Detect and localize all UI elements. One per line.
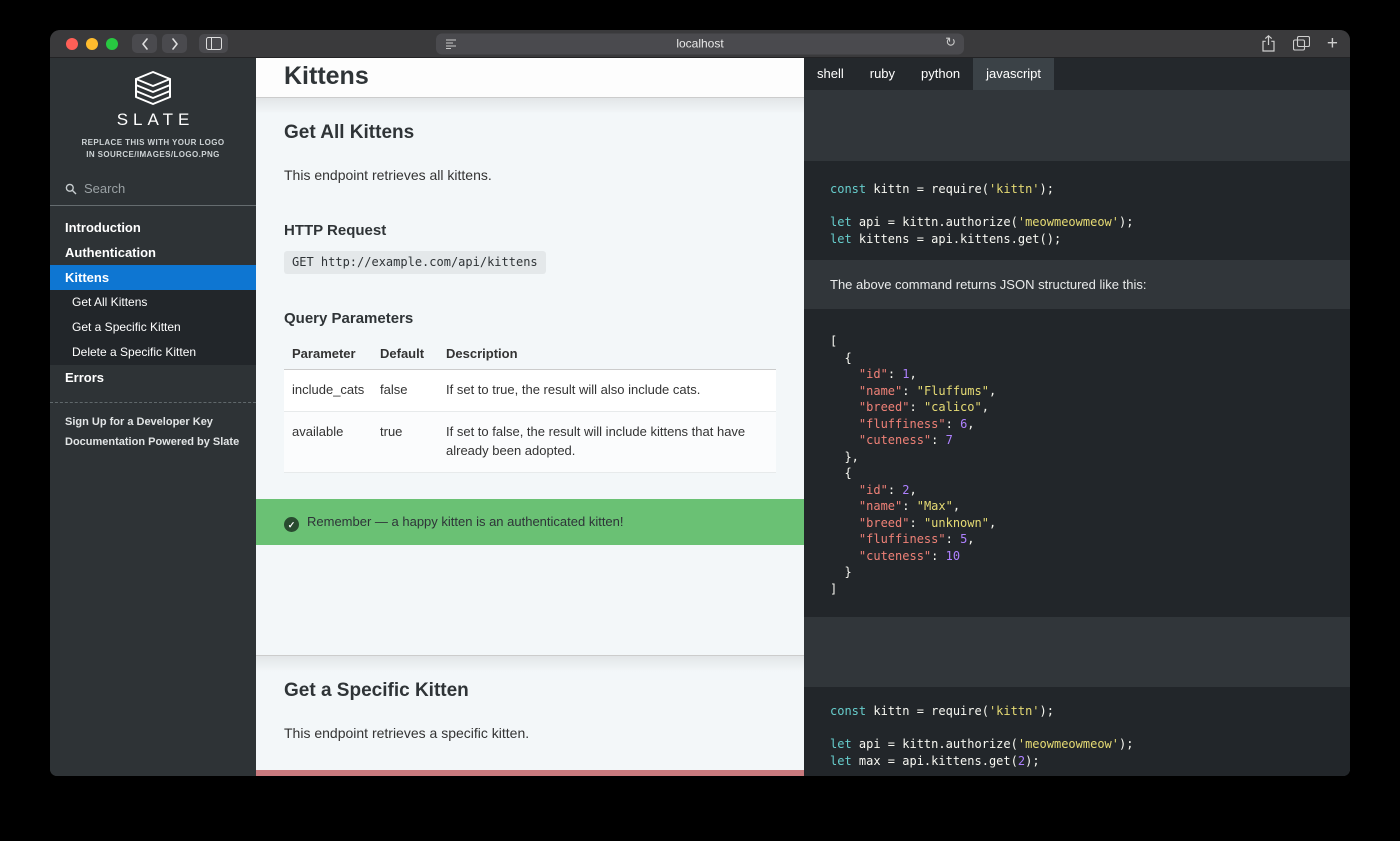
warning-callout: !Inside HTML code blocks like this one, … [256, 770, 804, 776]
browser-toolbar: localhost ↻ + [50, 30, 1350, 58]
cell-description: If set to false, the result will include… [438, 411, 776, 472]
sidebar-item-kittens[interactable]: Kittens [50, 265, 256, 290]
cell-default: false [372, 370, 438, 412]
chevron-left-icon [141, 38, 149, 50]
tabs-icon [1293, 36, 1310, 51]
table-header-row: Parameter Default Description [284, 339, 776, 370]
sidebar-item-authentication[interactable]: Authentication [50, 240, 256, 265]
check-circle-icon: ✓ [284, 517, 299, 532]
table-of-contents: Introduction Authentication Kittens Get … [50, 215, 256, 390]
table-row: include_cats false If set to true, the r… [284, 370, 776, 412]
sidebar-icon [206, 37, 222, 50]
code-block-get-specific-kitten: const kittn = require('kittn'); let api … [804, 687, 1350, 776]
new-tab-button[interactable]: + [1327, 34, 1338, 53]
sidebar-footer: Sign Up for a Developer Key Documentatio… [50, 413, 256, 457]
http-request-code: GET http://example.com/api/kittens [284, 251, 546, 274]
window-controls [50, 38, 118, 50]
section-spacer [256, 545, 804, 655]
success-callout-text: Remember — a happy kitten is an authenti… [307, 514, 624, 529]
search-icon [65, 183, 77, 195]
tab-python[interactable]: python [908, 58, 973, 90]
docs-sidebar: SLATE REPLACE THIS WITH YOUR LOGO IN SOU… [50, 58, 256, 776]
sidebar-item-errors[interactable]: Errors [50, 365, 256, 390]
sidebar-item-get-a-specific-kitten[interactable]: Get a Specific Kitten [50, 315, 256, 340]
reload-icon[interactable]: ↻ [945, 34, 956, 50]
http-request-heading: HTTP Request [256, 222, 804, 239]
code-block-json-response: [ { "id": 1, "name": "Fluffums", "breed"… [804, 309, 1350, 617]
sidebar-item-introduction[interactable]: Introduction [50, 215, 256, 240]
sidebar-toggle-button[interactable] [199, 34, 228, 53]
get-a-specific-kitten-intro: This endpoint retrieves a specific kitte… [256, 723, 804, 744]
minimize-button[interactable] [86, 38, 98, 50]
code-annotation: The above command returns JSON structure… [804, 260, 1350, 309]
close-button[interactable] [66, 38, 78, 50]
address-bar[interactable]: localhost ↻ [436, 33, 964, 54]
browser-window: localhost ↻ + SLATE [50, 30, 1350, 776]
table-row: available true If set to false, the resu… [284, 411, 776, 472]
reader-icon[interactable] [445, 37, 457, 49]
page-body: SLATE REPLACE THIS WITH YOUR LOGO IN SOU… [50, 58, 1350, 776]
history-buttons [132, 34, 187, 53]
sidebar-divider [50, 402, 256, 403]
docs-content: Kittens Get All Kittens This endpoint re… [256, 58, 804, 776]
get-all-kittens-intro: This endpoint retrieves all kittens. [256, 165, 804, 186]
cell-parameter: include_cats [284, 370, 372, 412]
tab-overview-button[interactable] [1293, 36, 1310, 51]
section-get-a-specific-kitten: Get a Specific Kitten This endpoint retr… [256, 655, 804, 776]
tab-shell[interactable]: shell [804, 58, 857, 90]
address-text: localhost [676, 37, 723, 51]
search-bar [50, 176, 256, 206]
logo-title: SLATE [50, 110, 256, 130]
powered-by-slate-link[interactable]: Documentation Powered by Slate [65, 435, 241, 451]
code-samples-panel: shell ruby python javascript const kittn… [804, 58, 1350, 776]
search-input[interactable] [84, 181, 234, 196]
share-button[interactable] [1261, 35, 1276, 52]
page-title: Kittens [256, 58, 804, 98]
cell-parameter: available [284, 411, 372, 472]
slate-logo-icon [130, 70, 176, 108]
query-parameters-heading: Query Parameters [256, 310, 804, 327]
toolbar-right-actions: + [1261, 34, 1338, 53]
tab-ruby[interactable]: ruby [857, 58, 908, 90]
sidebar-item-delete-a-specific-kitten[interactable]: Delete a Specific Kitten [50, 340, 256, 365]
success-callout: ✓ Remember — a happy kitten is an authent… [256, 499, 804, 546]
code-block-get-all-kittens: const kittn = require('kittn'); let api … [804, 161, 1350, 260]
sidebar-item-get-all-kittens[interactable]: Get All Kittens [50, 290, 256, 315]
share-icon [1261, 35, 1276, 52]
tab-javascript[interactable]: javascript [973, 58, 1054, 90]
chevron-right-icon [171, 38, 179, 50]
table-header-parameter: Parameter [284, 339, 372, 370]
language-selector: shell ruby python javascript [804, 58, 1350, 90]
section-get-all-kittens: Get All Kittens This endpoint retrieves … [256, 98, 804, 655]
table-header-description: Description [438, 339, 776, 370]
query-parameters-table: Parameter Default Description include_ca… [284, 339, 776, 473]
logo-note: REPLACE THIS WITH YOUR LOGO IN SOURCE/IM… [50, 137, 256, 161]
http-request-line: GET http://example.com/api/kittens [256, 251, 804, 274]
signup-link[interactable]: Sign Up for a Developer Key [65, 415, 241, 431]
cell-default: true [372, 411, 438, 472]
sidebar-subitems: Get All Kittens Get a Specific Kitten De… [50, 290, 256, 365]
forward-button[interactable] [162, 34, 187, 53]
table-header-default: Default [372, 339, 438, 370]
logo: SLATE REPLACE THIS WITH YOUR LOGO IN SOU… [50, 58, 256, 161]
get-all-kittens-heading: Get All Kittens [256, 98, 804, 144]
zoom-button[interactable] [106, 38, 118, 50]
cell-description: If set to true, the result will also inc… [438, 370, 776, 412]
desktop-background: { "browser": { "address": "localhost" },… [0, 0, 1400, 841]
back-button[interactable] [132, 34, 157, 53]
get-a-specific-kitten-heading: Get a Specific Kitten [256, 656, 804, 702]
